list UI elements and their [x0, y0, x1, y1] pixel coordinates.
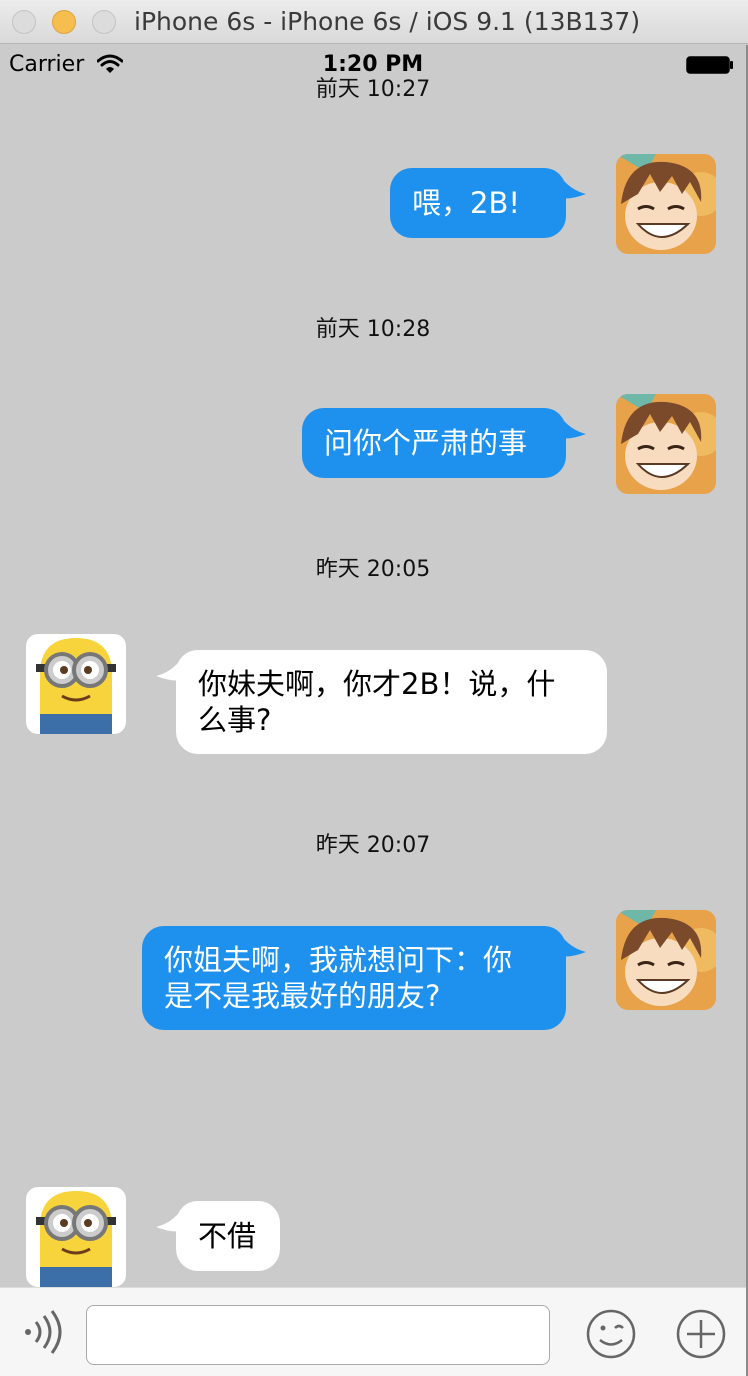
message-bubble[interactable]: 你妹夫啊，你才2B！说，什 么事? [156, 650, 607, 754]
boy-avatar-icon [616, 910, 716, 1010]
message-text: 不借 [198, 1219, 257, 1253]
friend-avatar[interactable] [26, 634, 126, 734]
minion-avatar-icon [26, 634, 126, 734]
message-input[interactable] [86, 1305, 550, 1365]
device-screen: Carrier 1:20 PM 前天 10:27 喂，2B! 前天 10:28 [0, 45, 746, 1376]
plus-icon[interactable] [676, 1309, 726, 1359]
window-zoom-button[interactable] [92, 10, 116, 34]
bubble-tail [560, 416, 586, 439]
input-toolbar [0, 1287, 746, 1376]
emoji-icon[interactable] [586, 1309, 636, 1359]
simulator-title-bar: iPhone 6s - iPhone 6s / iOS 9.1 (13B137) [0, 0, 748, 44]
message-timestamp: 昨天 20:05 [315, 557, 431, 582]
message-text: 你妹夫啊，你才2B！说，什 [198, 667, 556, 701]
message-timestamp: 昨天 20:07 [315, 833, 431, 858]
window-minimize-button[interactable] [52, 10, 76, 34]
message-bubble[interactable]: 喂，2B! [390, 168, 586, 238]
my-avatar[interactable] [616, 910, 716, 1010]
minion-avatar-icon [26, 1187, 126, 1287]
message-text: 问你个严肃的事 [324, 426, 528, 460]
voice-icon[interactable] [22, 1310, 62, 1354]
bubble-tail [560, 934, 586, 957]
message-timestamp: 前天 10:28 [315, 317, 431, 342]
message-text: 是不是我最好的朋友? [164, 979, 441, 1013]
boy-avatar-icon [616, 154, 716, 254]
window-title: iPhone 6s - iPhone 6s / iOS 9.1 (13B137) [134, 7, 641, 36]
bubble-tail [156, 1209, 182, 1232]
window-close-button[interactable] [12, 10, 36, 34]
my-avatar[interactable] [616, 394, 716, 494]
bubble-tail [560, 176, 586, 199]
message-text: 喂，2B! [412, 186, 520, 220]
friend-avatar[interactable] [26, 1187, 126, 1287]
message-bubble[interactable]: 不借 [156, 1201, 280, 1271]
bubble-tail [156, 658, 182, 681]
message-bubble[interactable]: 问你个严肃的事 [302, 408, 586, 478]
my-avatar[interactable] [616, 154, 716, 254]
message-text: 么事? [198, 703, 272, 737]
message-text: 你姐夫啊，我就想问下：你 [164, 943, 513, 977]
message-timestamp: 前天 10:27 [315, 77, 431, 102]
boy-avatar-icon [616, 394, 716, 494]
message-bubble[interactable]: 你姐夫啊，我就想问下：你 是不是我最好的朋友? [142, 926, 586, 1030]
